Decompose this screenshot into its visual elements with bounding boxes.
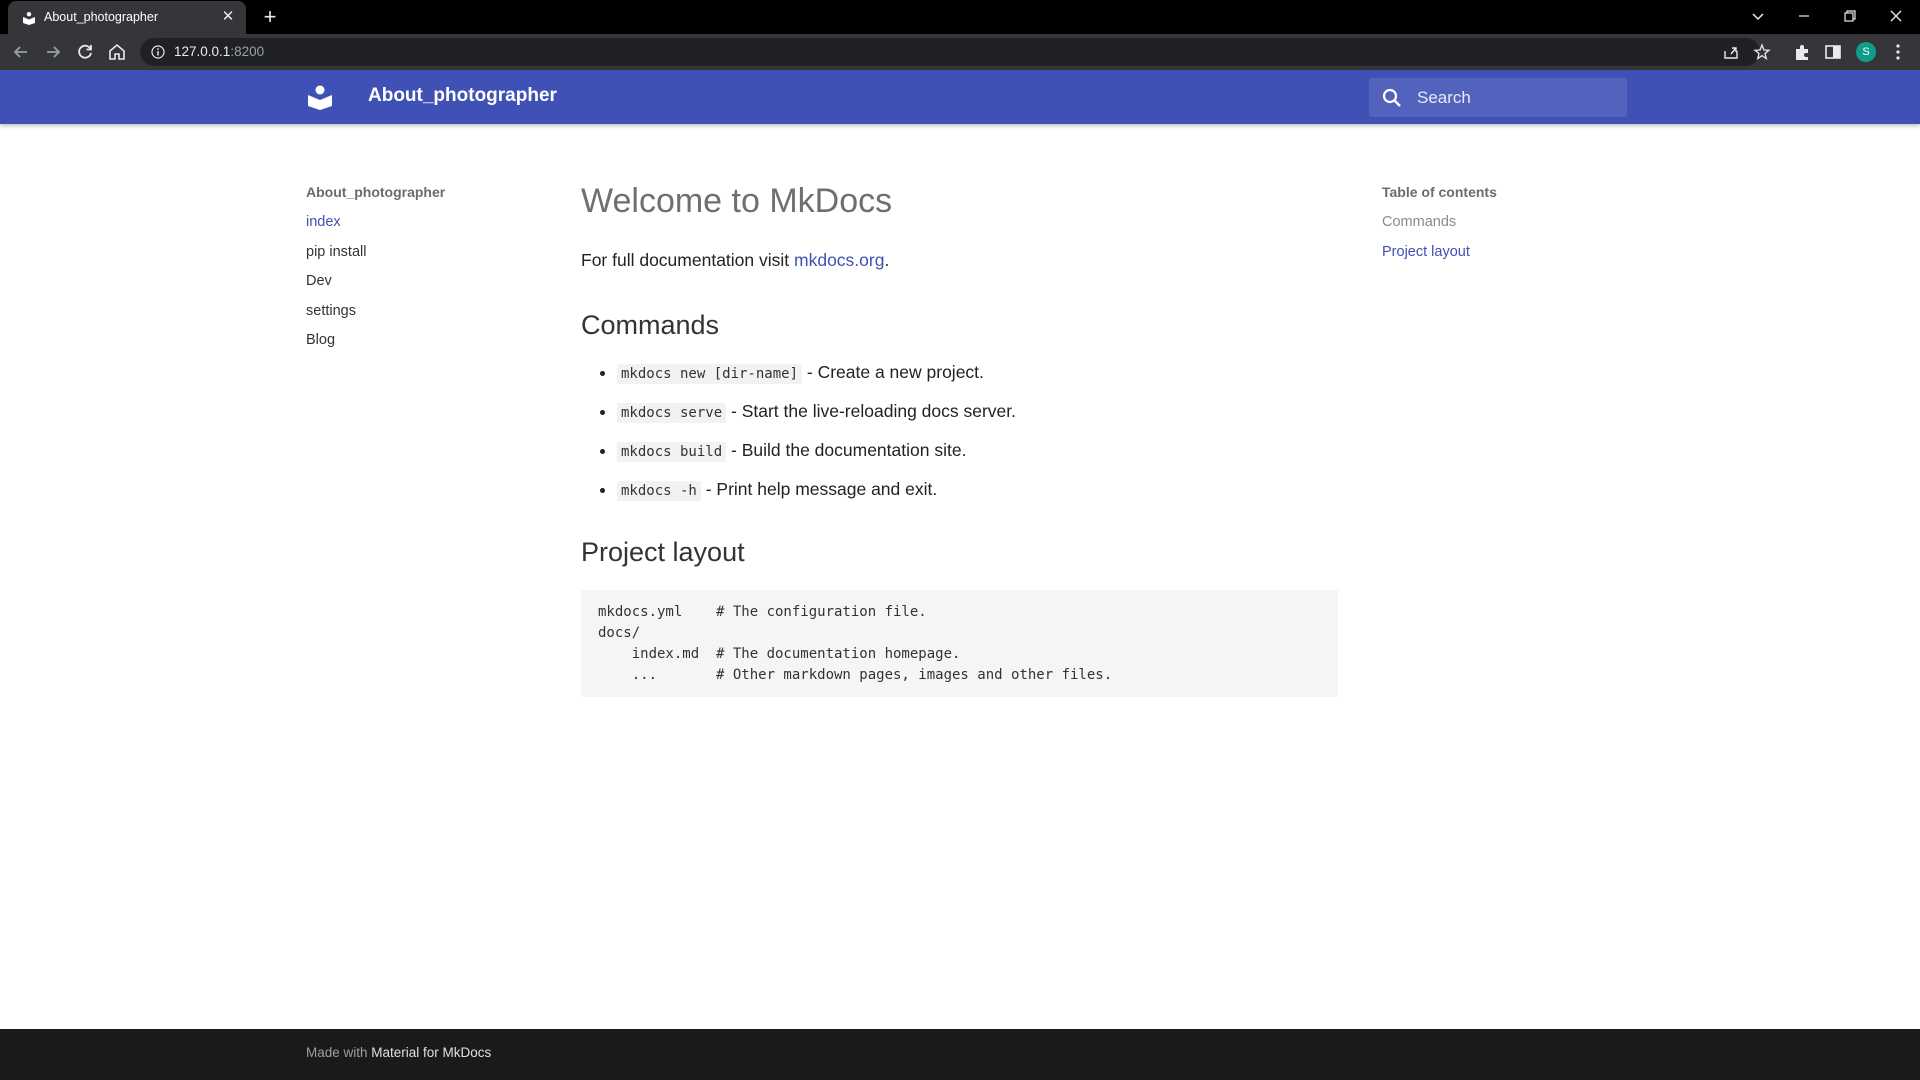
close-window-icon[interactable] — [1884, 4, 1908, 28]
new-tab-plus-icon[interactable]: + — [258, 6, 282, 30]
profile-avatar[interactable]: S — [1856, 42, 1876, 62]
commands-heading: Commands — [581, 310, 720, 340]
nav-item-settings[interactable]: settings — [306, 301, 366, 331]
extensions-puzzle-icon[interactable] — [1791, 41, 1813, 63]
site-title[interactable]: About_photographer — [368, 85, 557, 107]
minimize-icon[interactable] — [1792, 4, 1816, 28]
site-info-icon[interactable] — [151, 45, 165, 59]
command-code: mkdocs serve — [617, 403, 727, 423]
mkdocs-favicon-icon — [23, 12, 35, 25]
browser-tab-active[interactable]: About_photographer ✕ — [8, 1, 246, 34]
toc-list: Commands Project layout — [1382, 212, 1470, 271]
search-box[interactable] — [1369, 78, 1627, 117]
url-port: :8200 — [230, 44, 265, 59]
intro-end: . — [884, 250, 890, 270]
address-url: 127.0.0.1:8200 — [174, 44, 264, 59]
mkdocs-org-link[interactable]: mkdocs.org — [794, 250, 884, 270]
command-item: mkdocs -h - Print help message and exit. — [617, 476, 1338, 504]
nav-list: index pip install Dev settings Blog — [306, 212, 366, 360]
browser-tabstrip: About_photographer ✕ + — [0, 0, 1920, 34]
nav-item-index[interactable]: index — [306, 212, 366, 242]
command-code: mkdocs build — [617, 442, 727, 462]
command-desc: - Print help message and exit. — [700, 479, 938, 499]
command-desc: - Start the live-reloading docs server. — [726, 401, 1017, 421]
browser-menu-kebab-icon[interactable] — [1887, 41, 1909, 63]
toc-title: Table of contents — [1382, 184, 1497, 200]
intro-paragraph: For full documentation visit mkdocs.org. — [581, 247, 1338, 273]
project-layout-codeblock: mkdocs.yml # The configuration file. doc… — [581, 590, 1338, 697]
material-for-mkdocs-link[interactable]: Material for MkDocs — [371, 1045, 491, 1060]
address-bar[interactable]: 127.0.0.1:8200 — [140, 38, 1771, 66]
tab-close-icon[interactable]: ✕ — [220, 9, 236, 25]
tab-search-chevron-icon[interactable] — [1746, 4, 1770, 28]
site-footer: Made with Material for MkDocs — [0, 1029, 1920, 1080]
nav-item-pip-install[interactable]: pip install — [306, 242, 366, 272]
share-icon[interactable] — [1722, 43, 1740, 61]
bookmark-star-icon[interactable] — [1753, 43, 1771, 61]
forward-arrow-icon[interactable] — [42, 41, 64, 63]
command-code: mkdocs -h — [617, 481, 701, 501]
tab-title: About_photographer — [44, 10, 158, 24]
toc-item-project-layout[interactable]: Project layout — [1382, 242, 1470, 272]
search-icon — [1382, 88, 1401, 107]
project-layout-heading: Project layout — [581, 537, 745, 567]
commands-list: mkdocs new [dir-name] - Create a new pro… — [581, 359, 1338, 504]
url-host: 127.0.0.1 — [174, 44, 231, 59]
page-title: Welcome to MkDocs — [581, 182, 893, 220]
footer-text: Made with Material for MkDocs — [306, 1045, 491, 1060]
search-input[interactable] — [1417, 78, 1617, 117]
command-desc: - Build the documentation site. — [726, 440, 967, 460]
reload-icon[interactable] — [74, 41, 96, 63]
browser-toolbar: 127.0.0.1:8200 S — [0, 34, 1920, 70]
site-header: About_photographer — [0, 70, 1920, 124]
nav-title: About_photographer — [306, 184, 446, 200]
intro-text: For full documentation visit — [581, 250, 795, 270]
side-panel-icon[interactable] — [1822, 41, 1844, 63]
home-icon[interactable] — [106, 41, 128, 63]
footer-prefix: Made with — [306, 1045, 372, 1060]
command-item: mkdocs new [dir-name] - Create a new pro… — [617, 359, 1338, 387]
command-desc: - Create a new project. — [802, 362, 984, 382]
toc-item-commands[interactable]: Commands — [1382, 212, 1470, 242]
restore-icon[interactable] — [1838, 4, 1862, 28]
mkdocs-logo-icon[interactable] — [306, 84, 334, 110]
command-code: mkdocs new [dir-name] — [617, 364, 803, 384]
nav-item-blog[interactable]: Blog — [306, 330, 366, 360]
main-content: Welcome to MkDocs For full documentation… — [581, 175, 1338, 697]
command-item: mkdocs build - Build the documentation s… — [617, 437, 1338, 465]
nav-item-dev[interactable]: Dev — [306, 271, 366, 301]
back-arrow-icon[interactable] — [10, 41, 32, 63]
command-item: mkdocs serve - Start the live-reloading … — [617, 398, 1338, 426]
